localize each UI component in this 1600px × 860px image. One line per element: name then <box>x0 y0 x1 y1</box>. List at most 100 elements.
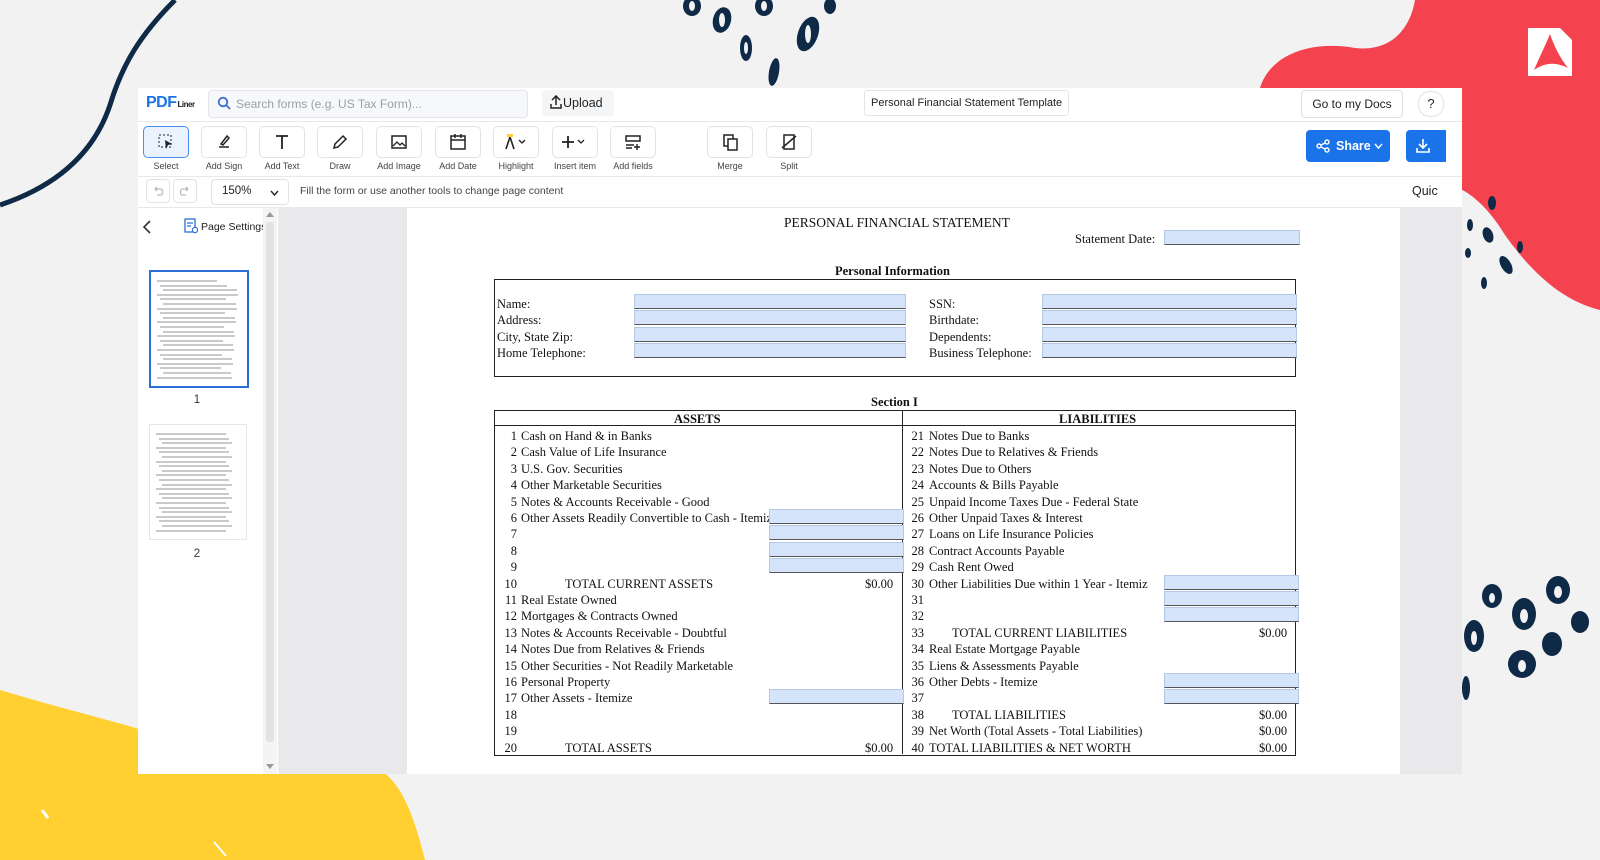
thumbnail-line <box>157 335 235 338</box>
undo-button[interactable] <box>146 179 170 203</box>
thumbnail-line <box>157 321 236 324</box>
page-settings-button[interactable]: Page Settings <box>184 218 266 237</box>
document-title[interactable]: Personal Financial Statement Template <box>864 90 1070 116</box>
share-button[interactable]: Share <box>1306 130 1390 162</box>
tool-highlight[interactable]: Highlight <box>491 126 541 171</box>
liability-label: Loans on Life Insurance Policies <box>929 527 1094 542</box>
tool-add-image[interactable]: Add Image <box>374 126 424 171</box>
pdf-page: PERSONAL FINANCIAL STATEMENT Statement D… <box>407 208 1400 774</box>
sidebar-scrollbar[interactable] <box>263 208 277 774</box>
tool-add-date[interactable]: Add Date <box>433 126 483 171</box>
tool-select[interactable]: Select <box>141 126 191 171</box>
asset-line-number: 5 <box>510 494 517 509</box>
page-thumbnails: 1 2 <box>143 240 263 774</box>
liability-total-value: $0.00 <box>1259 724 1288 739</box>
asset-field[interactable] <box>769 541 904 557</box>
help-button[interactable]: ? <box>1418 91 1444 117</box>
thumbnail-line <box>159 465 229 468</box>
thumbnail-line <box>159 492 229 495</box>
asset-line-number: 17 <box>504 691 518 706</box>
asset-field[interactable] <box>769 509 904 524</box>
download-button[interactable] <box>1406 130 1446 162</box>
asset-total-value: $0.00 <box>865 576 894 591</box>
personal-label-right: Business Telephone: <box>929 346 1032 360</box>
statement-date-field[interactable] <box>1164 230 1300 245</box>
tool-add-fields[interactable]: Add fields <box>608 126 658 171</box>
liability-field[interactable] <box>1164 689 1299 705</box>
pdfliner-logo[interactable]: PDFLiner <box>146 94 195 112</box>
page-sidebar: Page Settings 1 2 <box>138 208 279 774</box>
liability-line-number: 40 <box>911 740 925 755</box>
personal-field-right[interactable] <box>1042 294 1297 309</box>
tool-split[interactable]: Split <box>764 126 814 171</box>
thumbnail-line <box>159 479 229 481</box>
thumbnail-line <box>157 376 232 379</box>
form-title: PERSONAL FINANCIAL STATEMENT <box>784 215 1010 230</box>
assets-heading: ASSETS <box>674 412 721 426</box>
plus-icon <box>562 136 585 148</box>
asset-label: TOTAL CURRENT ASSETS <box>565 576 714 591</box>
personal-field-left[interactable] <box>634 343 906 358</box>
scroll-up-icon <box>266 212 274 217</box>
liability-line-number: 39 <box>911 724 925 739</box>
thumbnail-line <box>160 298 226 301</box>
asset-field[interactable] <box>769 689 904 705</box>
personal-field-left[interactable] <box>634 294 906 309</box>
asset-label: Cash on Hand & in Banks <box>521 429 652 443</box>
personal-label-left: Name: <box>497 297 531 311</box>
asset-field[interactable] <box>769 558 904 574</box>
liability-line-number: 36 <box>911 675 925 689</box>
liability-label: Notes Due to Banks <box>929 429 1030 443</box>
tool-draw[interactable]: Draw <box>315 126 365 171</box>
calendar-icon <box>450 134 466 150</box>
asset-label: Personal Property <box>521 675 611 689</box>
asset-line-number: 15 <box>504 658 518 673</box>
search-input[interactable]: Search forms (e.g. US Tax Form)... <box>236 97 422 111</box>
go-to-my-docs-button[interactable]: Go to my Docs <box>1301 90 1403 118</box>
highlight-icon <box>505 134 526 150</box>
liability-line-number: 31 <box>911 593 925 607</box>
download-icon <box>1416 139 1430 153</box>
asset-label: U.S. Gov. Securities <box>521 461 623 476</box>
liability-label: Cash Rent Owed <box>929 560 1014 575</box>
tool-insert-item[interactable]: Insert item <box>550 126 600 171</box>
personal-field-right[interactable] <box>1042 343 1297 358</box>
upload-button[interactable]: Upload <box>542 90 614 116</box>
asset-line-number: 2 <box>510 445 517 460</box>
search-box[interactable]: Search forms (e.g. US Tax Form)... <box>208 90 528 118</box>
liability-field[interactable] <box>1164 673 1299 688</box>
asset-line-number: 16 <box>504 675 518 689</box>
liability-field[interactable] <box>1164 591 1299 606</box>
redo-icon <box>179 186 189 196</box>
personal-field-right[interactable] <box>1042 327 1297 342</box>
liability-label: TOTAL LIABILITIES <box>952 707 1066 722</box>
thumbnail-line <box>162 511 232 514</box>
personal-field-left[interactable] <box>634 327 906 342</box>
decor-navy-drops-right-top <box>1465 196 1523 289</box>
chevron-left-icon[interactable] <box>142 220 152 234</box>
liability-line-number: 23 <box>911 461 925 476</box>
liability-label: Notes Due to Others <box>929 461 1032 476</box>
thumbnail-line <box>156 433 226 435</box>
liability-label: Other Liabilities Due within 1 Year - It… <box>929 576 1148 591</box>
redo-button[interactable] <box>173 179 197 203</box>
liability-field[interactable] <box>1164 574 1299 590</box>
liability-field[interactable] <box>1164 607 1299 623</box>
asset-field[interactable] <box>769 525 904 541</box>
personal-field-left[interactable] <box>634 310 906 325</box>
zoom-select[interactable]: 150% <box>211 179 289 205</box>
page-thumbnail-1[interactable] <box>149 270 249 388</box>
tool-merge[interactable]: Merge <box>705 126 755 171</box>
page-thumbnail-2[interactable] <box>149 424 247 540</box>
asset-line-number: 14 <box>504 642 518 657</box>
thumbnail-line <box>159 506 229 509</box>
quick-button[interactable]: Quic <box>1412 184 1438 198</box>
asset-line-number: 8 <box>510 543 517 558</box>
asset-label: Other Assets Readily Convertible to Cash… <box>521 511 778 525</box>
tool-add-text[interactable]: Add Text <box>257 126 307 171</box>
thumbnail-line <box>157 362 233 365</box>
asset-label: Notes & Accounts Receivable - Good <box>521 494 710 509</box>
liabilities-heading: LIABILITIES <box>1059 412 1137 426</box>
tool-add-sign[interactable]: Add Sign <box>199 126 249 171</box>
personal-field-right[interactable] <box>1042 310 1297 325</box>
